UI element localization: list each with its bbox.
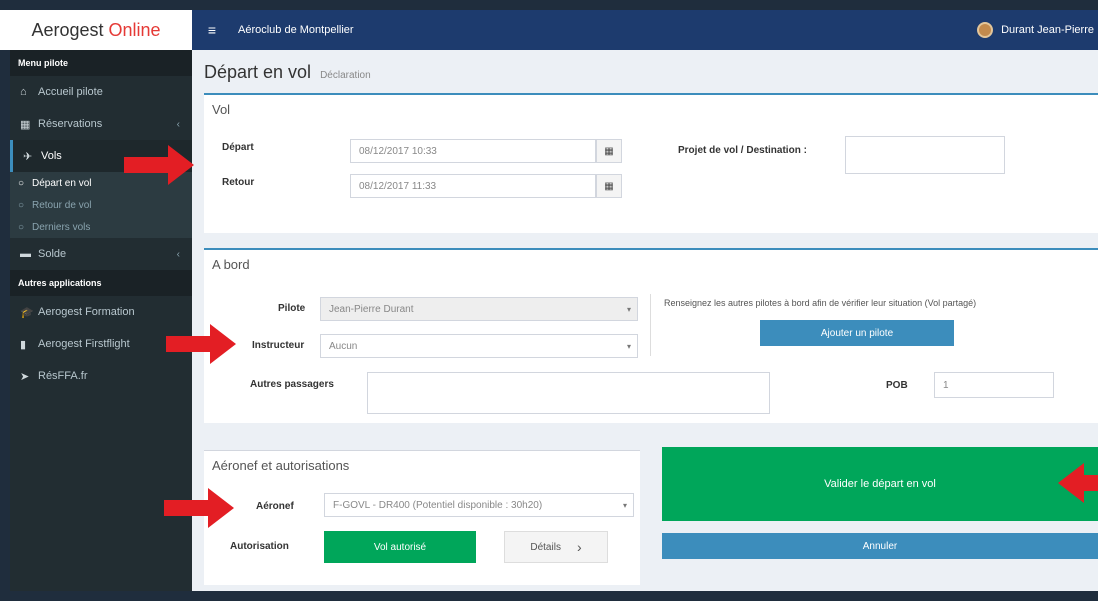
circle-icon: ○ — [18, 221, 25, 233]
add-pilot-button[interactable]: Ajouter un pilote — [760, 320, 954, 346]
plane-icon: ✈ — [23, 150, 33, 163]
chevron-right-icon: › — [576, 539, 582, 555]
bookmark-icon: ▮ — [20, 338, 27, 351]
brand-name: Aerogest — [31, 19, 104, 40]
retour-label: Retour — [222, 177, 255, 188]
arrow-right-icon — [166, 324, 236, 364]
pob-field[interactable]: 1 — [934, 372, 1054, 398]
abord-note: Renseignez les autres pilotes à bord afi… — [664, 298, 977, 308]
graduation-cap-icon: 🎓 — [20, 306, 34, 319]
sidebar-header-pilot: Menu pilote — [10, 50, 192, 76]
sidebar-item-solde[interactable]: ▬ Solde ‹ — [10, 238, 192, 270]
sidebar-item-resffa[interactable]: ➤ RésFFA.fr — [10, 360, 192, 392]
pob-label: POB — [886, 380, 908, 391]
calendar-icon[interactable]: ▦ — [596, 139, 622, 163]
chevron-left-icon: ‹ — [176, 118, 180, 130]
cancel-button[interactable]: Annuler — [662, 533, 1098, 559]
brand-online: Online — [108, 19, 161, 40]
sidebar-item-reservations[interactable]: ▦ Réservations ‹ — [10, 108, 192, 140]
sidebar-header-apps: Autres applications — [10, 270, 192, 296]
sidebar-item-firstflight[interactable]: ▮ Aerogest Firstflight — [10, 328, 192, 360]
page-title-text: Départ en vol — [204, 62, 312, 82]
aeronef-box-title: Aéronef et autorisations — [212, 458, 350, 473]
instructeur-select[interactable]: Aucun ▾ — [320, 334, 638, 358]
sidebar-item-label: Accueil pilote — [38, 86, 103, 98]
sidebar-item-label: Réservations — [38, 118, 103, 130]
sidebar-item-label: Aerogest Firstflight — [38, 338, 130, 350]
page-title: Départ en vol Déclaration — [204, 62, 371, 83]
sidebar-item-label: Aerogest Formation — [38, 306, 135, 318]
aeronef-box: Aéronef et autorisations Aéronef F-GOVL … — [204, 450, 640, 585]
sidebar-item-formation[interactable]: 🎓 Aerogest Formation — [10, 296, 192, 328]
chevron-down-icon: ▾ — [626, 341, 631, 351]
arrow-left-icon — [1058, 463, 1098, 503]
sidebar-item-label: RésFFA.fr — [38, 370, 88, 382]
instructeur-label: Instructeur — [252, 340, 305, 351]
sidebar-subitem-retour[interactable]: ○ Retour de vol — [10, 194, 192, 216]
user-menu[interactable]: Durant Jean-Pierre — [977, 10, 1098, 50]
sidebar-subitem-label: Départ en vol — [32, 177, 92, 189]
sidebar-item-label: Vols — [41, 150, 62, 162]
abord-box: A bord Pilote Jean-Pierre Durant ▾ Instr… — [204, 248, 1098, 423]
sidebar-subitem-label: Derniers vols — [32, 221, 91, 233]
wallet-icon: ▬ — [20, 248, 31, 260]
validate-departure-button[interactable]: Valider le départ en vol — [662, 447, 1098, 521]
brand-logo[interactable]: Aerogest Online — [0, 10, 192, 50]
sidebar-subitem-label: Retour de vol — [32, 199, 92, 211]
aeronef-label: Aéronef — [256, 501, 294, 512]
page-subtitle: Déclaration — [320, 70, 371, 81]
aeronef-select[interactable]: F-GOVL - DR400 (Potentiel disponible : 3… — [324, 493, 634, 517]
arrow-right-icon — [124, 145, 194, 185]
abord-box-title: A bord — [212, 257, 250, 272]
autres-passagers-textarea[interactable] — [367, 372, 770, 414]
club-name: Aéroclub de Montpellier — [238, 24, 354, 36]
navbar: ≡ Aéroclub de Montpellier Durant Jean-Pi… — [192, 10, 1098, 50]
chevron-down-icon: ▾ — [626, 304, 631, 314]
main-content: Départ en vol Déclaration Vol Départ 08/… — [192, 50, 1098, 591]
sidebar-subitem-derniers[interactable]: ○ Derniers vols — [10, 216, 192, 238]
divider — [650, 294, 651, 356]
calendar-icon[interactable]: ▦ — [596, 174, 622, 198]
send-icon: ➤ — [20, 370, 30, 383]
menu-icon[interactable]: ≡ — [202, 22, 222, 38]
pilote-label: Pilote — [278, 303, 306, 314]
details-button[interactable]: Détails › — [504, 531, 608, 563]
home-icon: ⌂ — [20, 86, 27, 98]
destination-textarea[interactable] — [845, 136, 1005, 174]
autorisation-button[interactable]: Vol autorisé — [324, 531, 476, 563]
chevron-left-icon: ‹ — [176, 248, 180, 260]
instructeur-value: Aucun — [329, 340, 358, 352]
calendar-icon: ▦ — [20, 118, 31, 131]
aeronef-value: F-GOVL - DR400 (Potentiel disponible : 3… — [333, 499, 543, 511]
vol-box-title: Vol — [212, 102, 231, 117]
retour-field[interactable]: 08/12/2017 11:33 — [350, 174, 596, 198]
pilote-select[interactable]: Jean-Pierre Durant ▾ — [320, 297, 638, 321]
chevron-down-icon: ▾ — [622, 500, 627, 510]
user-name: Durant Jean-Pierre — [1001, 24, 1094, 36]
depart-label: Départ — [222, 142, 254, 153]
top-bar: Aerogest Online ≡ Aéroclub de Montpellie… — [0, 10, 1098, 50]
arrow-right-icon — [164, 488, 234, 528]
depart-field[interactable]: 08/12/2017 10:33 — [350, 139, 596, 163]
pilote-value: Jean-Pierre Durant — [329, 303, 414, 315]
sidebar-item-accueil[interactable]: ⌂ Accueil pilote — [10, 76, 192, 108]
vol-box: Vol Départ 08/12/2017 10:33 ▦ Retour 08/… — [204, 93, 1098, 233]
circle-icon: ○ — [18, 199, 25, 211]
details-label: Détails — [530, 541, 561, 553]
sidebar-item-label: Solde — [38, 248, 67, 260]
destination-label: Projet de vol / Destination : — [678, 145, 807, 156]
avatar — [977, 22, 994, 38]
autorisation-label: Autorisation — [230, 541, 289, 552]
circle-icon: ○ — [18, 177, 25, 189]
autres-passagers-label: Autres passagers — [250, 379, 334, 390]
